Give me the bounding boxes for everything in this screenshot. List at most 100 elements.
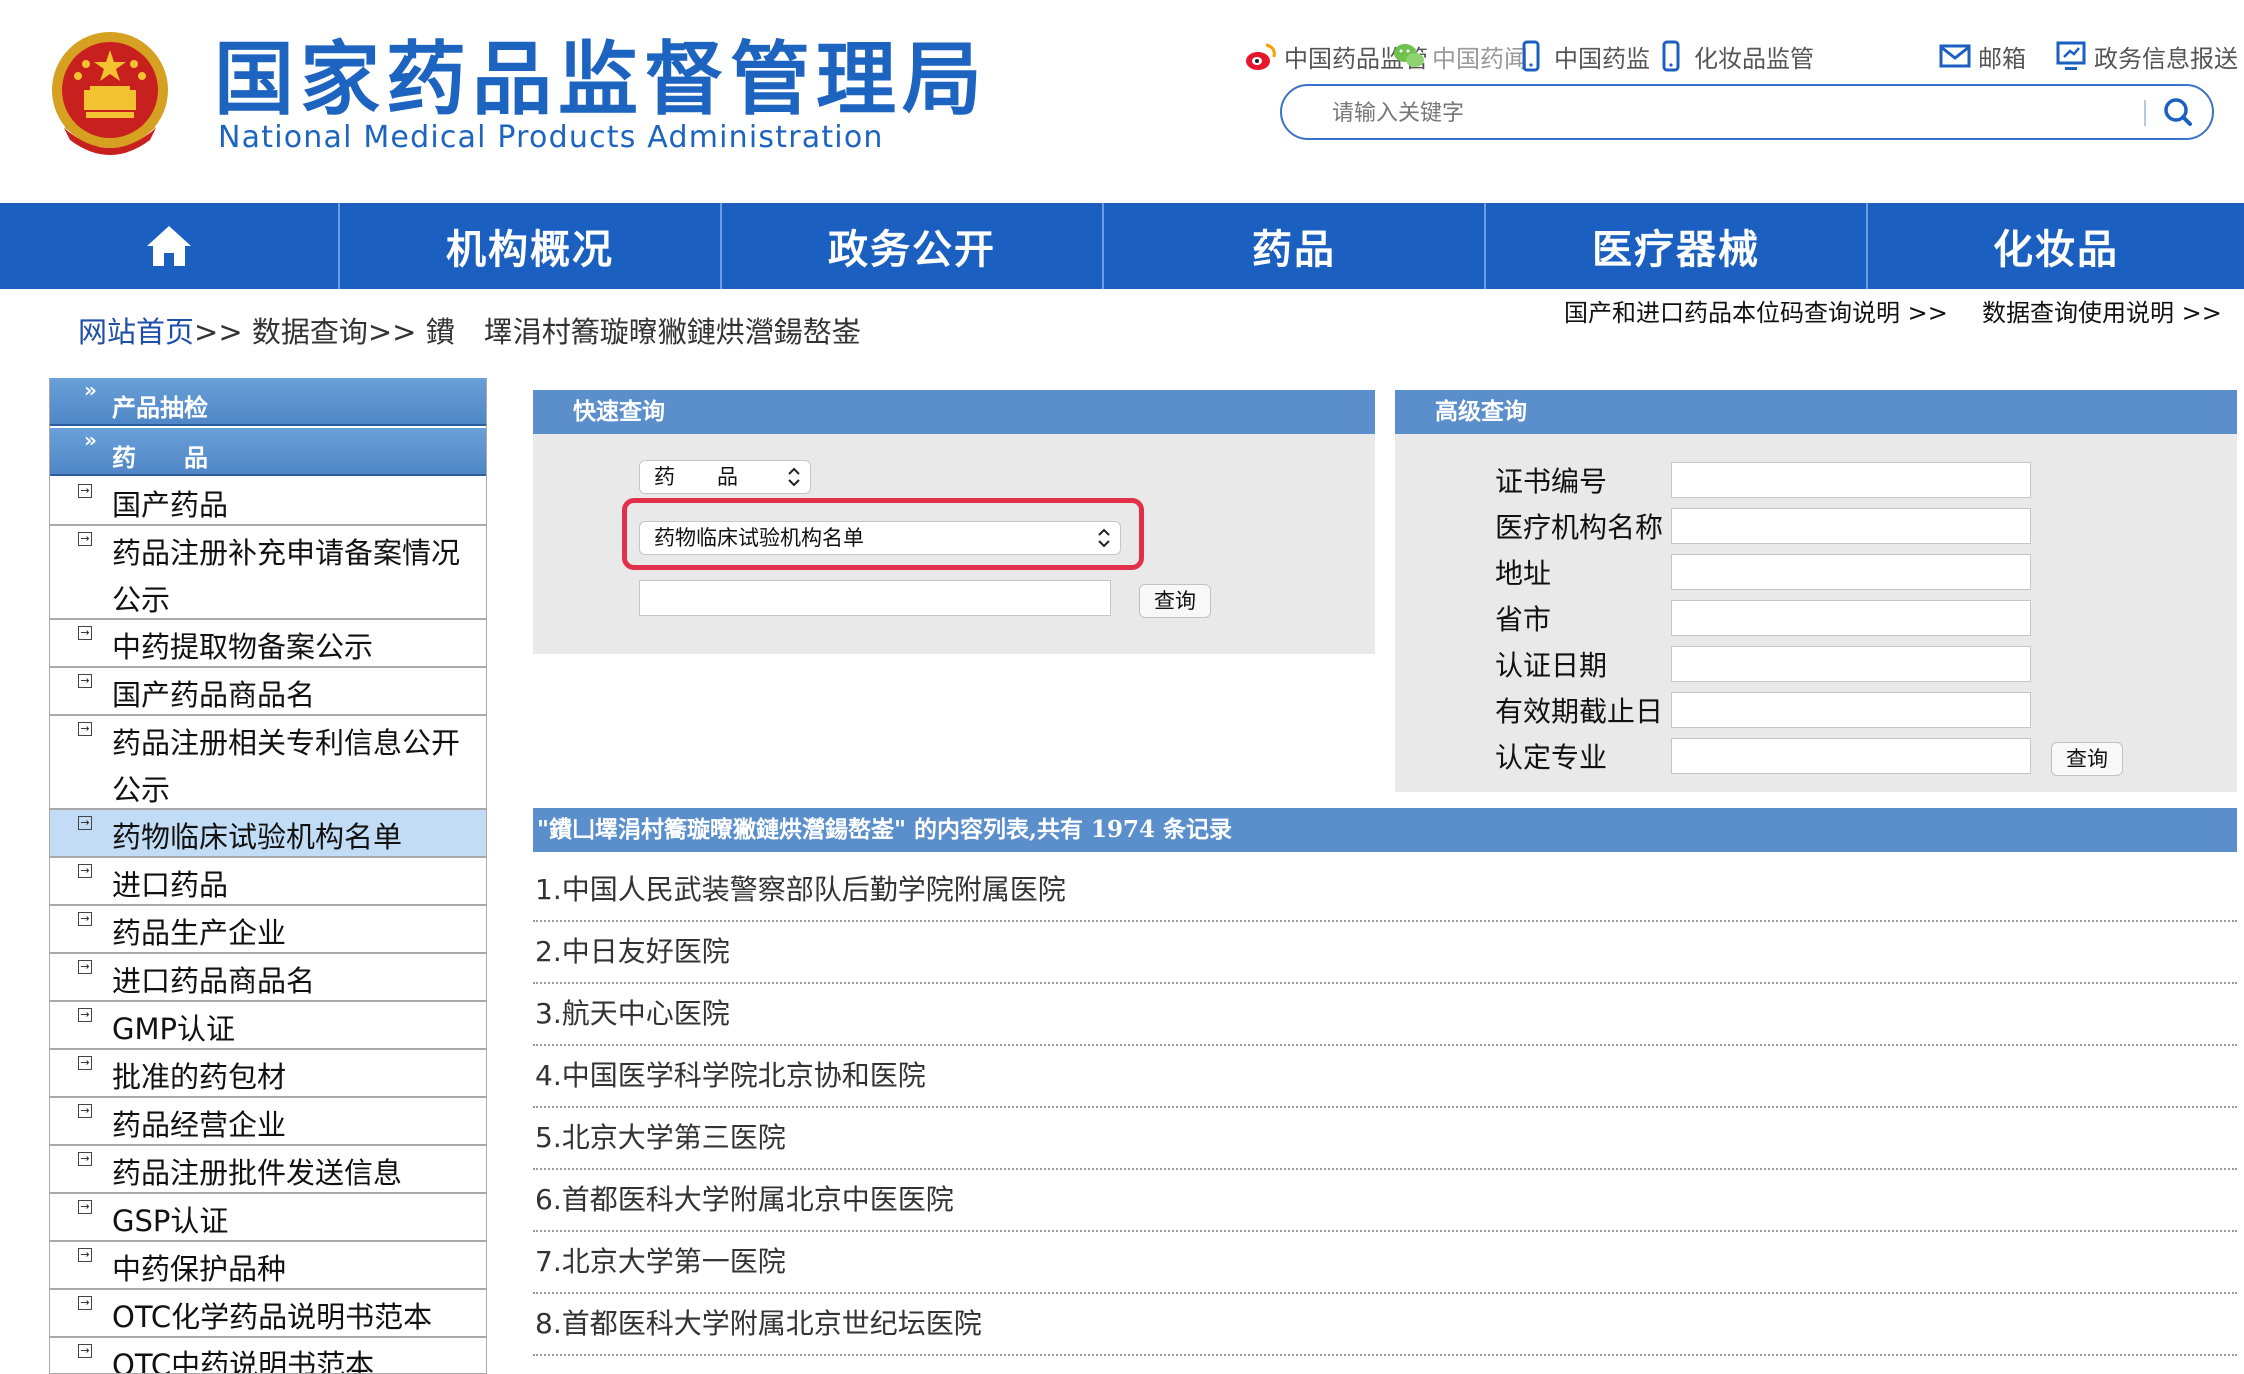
breadcrumb: 网站首页>> 数据查询>> 鐨 墿涓村簥璇曢獙鏈烘瀯鍚嶅崟: [78, 312, 861, 352]
province-input[interactable]: [1671, 600, 2031, 636]
sidebar-header-sampling[interactable]: » 产品抽检: [50, 378, 486, 426]
certificate-number-input[interactable]: [1671, 462, 2031, 498]
nav-item-organization[interactable]: 机构概况: [340, 203, 722, 289]
breadcrumb-data-query[interactable]: 数据查询: [252, 315, 368, 349]
result-link[interactable]: 8.首都医科大学附属北京世纪坛医院: [535, 1304, 982, 1344]
sidebar-item-tcm-protected[interactable]: → 中药保护品种: [50, 1242, 486, 1290]
sidebar-item-label: OTC化学药品说明书范本: [112, 1300, 433, 1334]
site-header: 国家药品监督管理局 National Medical Products Admi…: [0, 0, 2244, 203]
sidebar-item-label: 进口药品: [112, 868, 229, 902]
result-link[interactable]: 1.中国人民武装警察部队后勤学院附属医院: [535, 870, 1066, 910]
nav-item-government-affairs[interactable]: 政务公开: [722, 203, 1104, 289]
sidebar-item-domestic-drugs[interactable]: → 国产药品: [50, 478, 486, 526]
result-row[interactable]: 4.中国医学科学院北京协和医院: [533, 1046, 2237, 1108]
result-link[interactable]: 2.中日友好医院: [535, 932, 730, 972]
sidebar-item-patent-info[interactable]: → 药品注册相关专利信息公开公示: [50, 716, 486, 810]
sidebar-item-label: 中药保护品种: [112, 1252, 287, 1286]
sidebar-item-manufacturers[interactable]: → 药品生产企业: [50, 906, 486, 954]
toplink-mobile-2[interactable]: 化妆品监管: [1654, 36, 1814, 76]
sidebar-item-label: 国产药品: [112, 488, 229, 522]
sidebar-item-label: 药品注册批件发送信息: [112, 1156, 403, 1190]
certification-date-input[interactable]: [1671, 646, 2031, 682]
double-chevron-icon: »: [84, 428, 97, 452]
expand-box-icon: →: [78, 960, 92, 974]
result-row[interactable]: 5.北京大学第三医院: [533, 1108, 2237, 1170]
nav-item-medical-devices[interactable]: 医疗器械: [1486, 203, 1868, 289]
advanced-query-button[interactable]: 查询: [2051, 742, 2123, 776]
toplink-mobile-1[interactable]: 中国药监: [1514, 36, 1650, 76]
sidebar-item-distributors[interactable]: → 药品经营企业: [50, 1098, 486, 1146]
result-link[interactable]: 3.航天中心医院: [535, 994, 730, 1034]
sidebar-item-label: 药品注册相关专利信息公开公示: [112, 726, 461, 807]
category-select-value: 药 品: [654, 465, 738, 489]
sidebar-item-supplementary-filing[interactable]: → 药品注册补充申请备案情况公示: [50, 526, 486, 620]
toplink-label: 化妆品监管: [1694, 44, 1814, 73]
sidebar-item-imported-drugs[interactable]: → 进口药品: [50, 858, 486, 906]
expand-box-icon: →: [78, 816, 92, 830]
search-divider: [2144, 100, 2146, 126]
quick-keyword-input[interactable]: [639, 580, 1111, 616]
category-select[interactable]: 药 品: [639, 460, 811, 494]
sidebar-item-domestic-trade-names[interactable]: → 国产药品商品名: [50, 668, 486, 716]
toplink-label: 中国药监: [1554, 44, 1650, 73]
result-link[interactable]: 7.北京大学第一医院: [535, 1242, 786, 1282]
sidebar-header-drugs[interactable]: » 药 品: [50, 428, 486, 476]
specialty-input[interactable]: [1671, 738, 2031, 774]
nav-item-cosmetics[interactable]: 化妆品: [1868, 203, 2244, 289]
results-header: "鐨凵墿涓村簥璇曢獙鏈烘瀯鍚嶅崟" 的内容列表,共有 1974 条记录: [533, 808, 2237, 852]
expand-box-icon: →: [78, 1248, 92, 1262]
toplink-wechat[interactable]: 中国药闻: [1392, 36, 1528, 76]
result-link[interactable]: 5.北京大学第三医院: [535, 1118, 786, 1158]
national-emblem-icon: [52, 32, 168, 155]
toplink-mail[interactable]: 邮箱: [1938, 36, 2026, 76]
field-label-expiry-date: 有效期截止日: [1495, 695, 1664, 728]
site-subtitle: National Medical Products Administration: [218, 120, 884, 155]
sidebar-item-packaging[interactable]: → 批准的药包材: [50, 1050, 486, 1098]
address-input[interactable]: [1671, 554, 2031, 590]
result-row[interactable]: 7.北京大学第一医院: [533, 1232, 2237, 1294]
sidebar-item-otc-tcm[interactable]: → OTC中药说明书范本: [50, 1338, 486, 1374]
result-row[interactable]: 6.首都医科大学附属北京中医医院: [533, 1170, 2237, 1232]
sidebar-item-otc-chemical[interactable]: → OTC化学药品说明书范本: [50, 1290, 486, 1338]
sidebar-item-approval-dispatch[interactable]: → 药品注册批件发送信息: [50, 1146, 486, 1194]
result-link[interactable]: 4.中国医学科学院北京协和医院: [535, 1056, 926, 1096]
sidebar-item-gsp[interactable]: → GSP认证: [50, 1194, 486, 1242]
advanced-query-title: 高级查询: [1395, 390, 2237, 434]
search-input[interactable]: [1330, 92, 2134, 134]
institution-name-input[interactable]: [1671, 508, 2031, 544]
quick-query-button[interactable]: 查询: [1139, 584, 1211, 618]
nav-item-drugs[interactable]: 药品: [1104, 203, 1486, 289]
sidebar-header-label: 产品抽检: [112, 394, 208, 422]
nav-home[interactable]: [0, 203, 340, 289]
result-row[interactable]: 3.航天中心医院: [533, 984, 2237, 1046]
monitor-icon: [2056, 41, 2086, 70]
result-row[interactable]: 8.首都医科大学附属北京世纪坛医院: [533, 1294, 2237, 1356]
sidebar-item-imported-trade-names[interactable]: → 进口药品商品名: [50, 954, 486, 1002]
search-icon[interactable]: [2154, 90, 2202, 134]
result-row[interactable]: 2.中日友好医院: [533, 922, 2237, 984]
expand-box-icon: →: [78, 1008, 92, 1022]
expand-box-icon: →: [78, 532, 92, 546]
breadcrumb-home-link[interactable]: 网站首页: [78, 315, 194, 349]
result-link[interactable]: 6.首都医科大学附属北京中医医院: [535, 1180, 954, 1220]
chevron-updown-icon: [788, 467, 800, 487]
result-row[interactable]: 1.中国人民武装警察部队后勤学院附属医院: [533, 860, 2237, 922]
sidebar-item-label: 药品经营企业: [112, 1108, 287, 1142]
sidebar-item-label: OTC中药说明书范本: [112, 1348, 375, 1374]
sidebar-item-label: 药物临床试验机构名单: [112, 820, 403, 854]
expand-box-icon: →: [78, 1296, 92, 1310]
toplink-report[interactable]: 政务信息报送: [2054, 36, 2238, 76]
main-nav: 机构概况 政务公开 药品 医疗器械 化妆品: [0, 203, 2244, 289]
code-help-link[interactable]: 国产和进口药品本位码查询说明 >>: [1564, 296, 1948, 330]
expand-box-icon: →: [78, 722, 92, 736]
expand-box-icon: →: [78, 484, 92, 498]
sidebar: » 产品抽检 » 药 品 → 国产药品 → 药品注册补充申请备案情况公示 → 中…: [49, 378, 487, 1374]
sidebar-item-gmp[interactable]: → GMP认证: [50, 1002, 486, 1050]
expiry-date-input[interactable]: [1671, 692, 2031, 728]
expand-box-icon: →: [78, 1056, 92, 1070]
sidebar-item-label: 中药提取物备案公示: [112, 630, 374, 664]
expand-box-icon: →: [78, 1200, 92, 1214]
sidebar-item-tcm-extract[interactable]: → 中药提取物备案公示: [50, 620, 486, 668]
sidebar-item-clinical-trial-institutions[interactable]: → 药物临床试验机构名单: [50, 810, 486, 858]
usage-help-link[interactable]: 数据查询使用说明 >>: [1982, 296, 2222, 330]
